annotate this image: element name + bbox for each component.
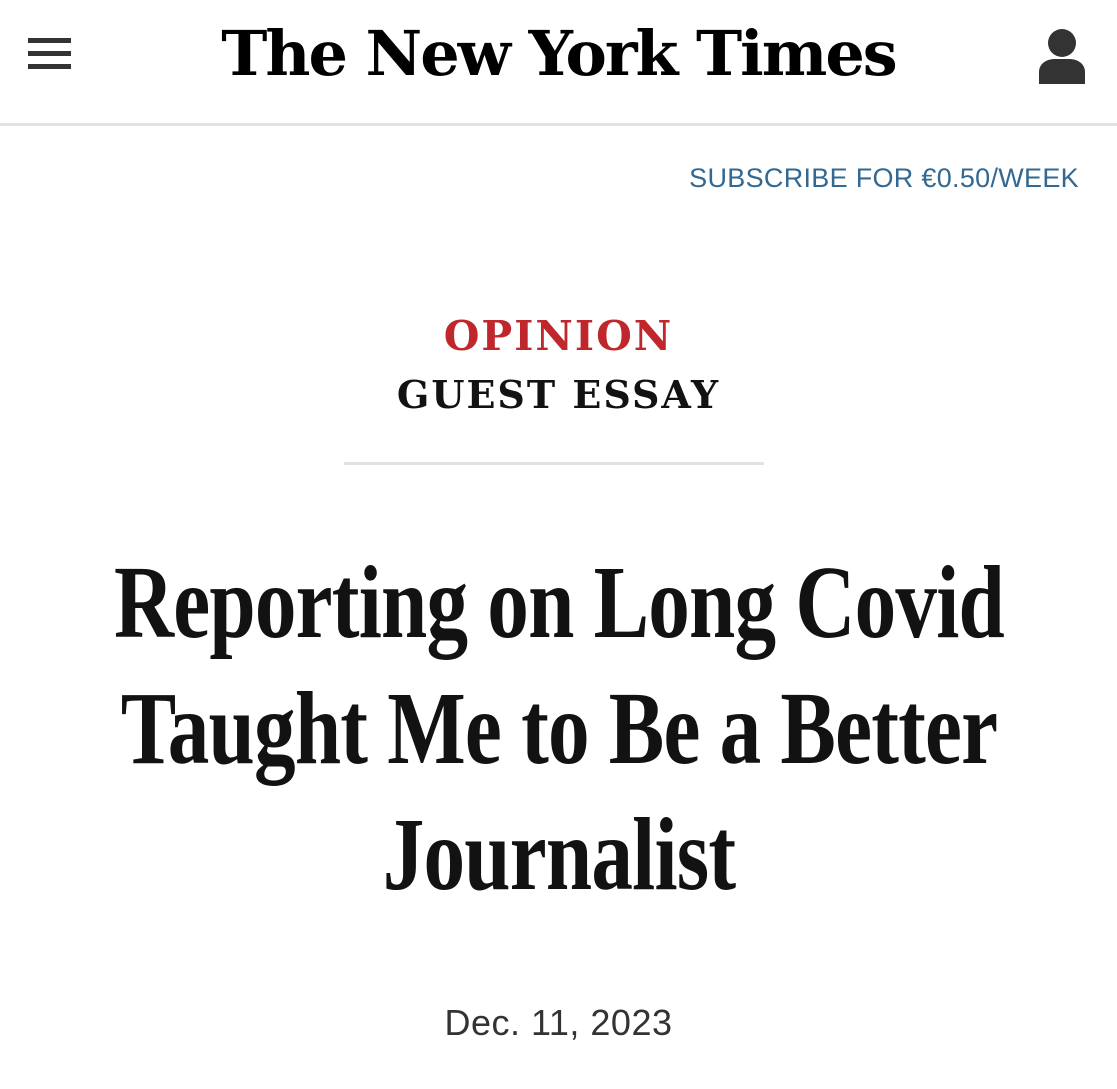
article-headline: Reporting on Long Covid Taught Me to Be … (113, 545, 1004, 912)
masthead: The New York Times (0, 0, 1117, 126)
subscribe-link[interactable]: SUBSCRIBE FOR €0.50/WEEK (689, 160, 1079, 196)
section-label[interactable]: OPINION (0, 308, 1117, 364)
nyt-logo[interactable]: The New York Times (0, 10, 1117, 98)
subsection-label: GUEST ESSAY (396, 372, 721, 417)
user-account-icon[interactable] (1036, 24, 1088, 86)
publish-date: Dec. 11, 2023 (444, 1002, 673, 1043)
divider (344, 462, 764, 465)
headline-container: Reporting on Long Covid Taught Me to Be … (40, 540, 1077, 940)
